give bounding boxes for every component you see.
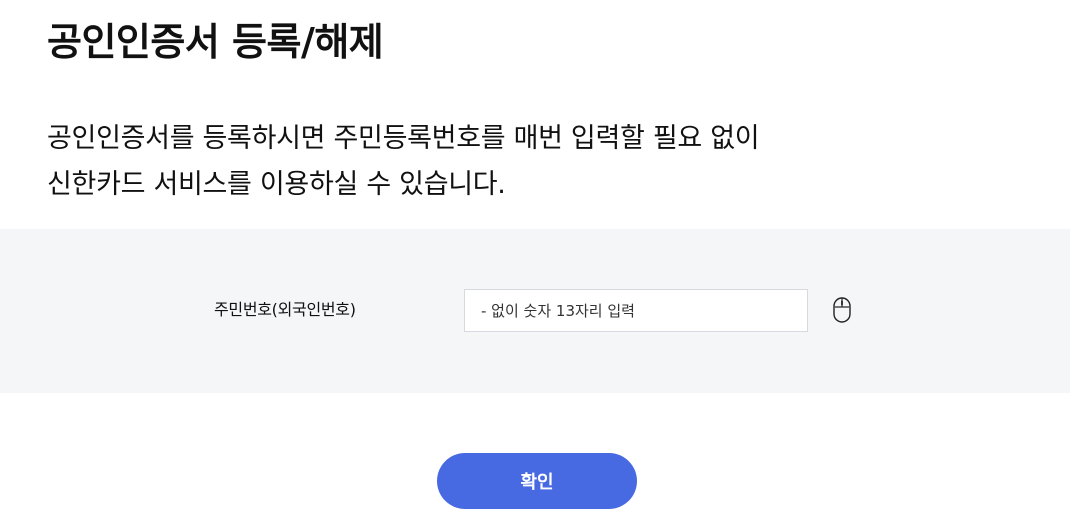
certificate-registration-page: 공인인증서 등록/해제 공인인증서를 등록하시면 주민등록번호를 매번 입력할 … bbox=[0, 0, 1070, 530]
confirm-button[interactable]: 확인 bbox=[437, 453, 637, 509]
resident-number-input[interactable] bbox=[464, 289, 808, 332]
description-line-2: 신한카드 서비스를 이용하실 수 있습니다. bbox=[47, 169, 506, 200]
resident-number-label: 주민번호(외국인번호) bbox=[214, 300, 356, 319]
page-description: 공인인증서를 등록하시면 주민등록번호를 매번 입력할 필요 없이 신한카드 서… bbox=[47, 116, 760, 208]
mouse-input-button[interactable] bbox=[832, 297, 852, 323]
mouse-icon bbox=[833, 297, 851, 323]
description-line-1: 공인인증서를 등록하시면 주민등록번호를 매번 입력할 필요 없이 bbox=[47, 123, 760, 154]
page-title: 공인인증서 등록/해제 bbox=[47, 20, 384, 64]
resident-number-form-panel: 주민번호(외국인번호) bbox=[0, 229, 1070, 393]
